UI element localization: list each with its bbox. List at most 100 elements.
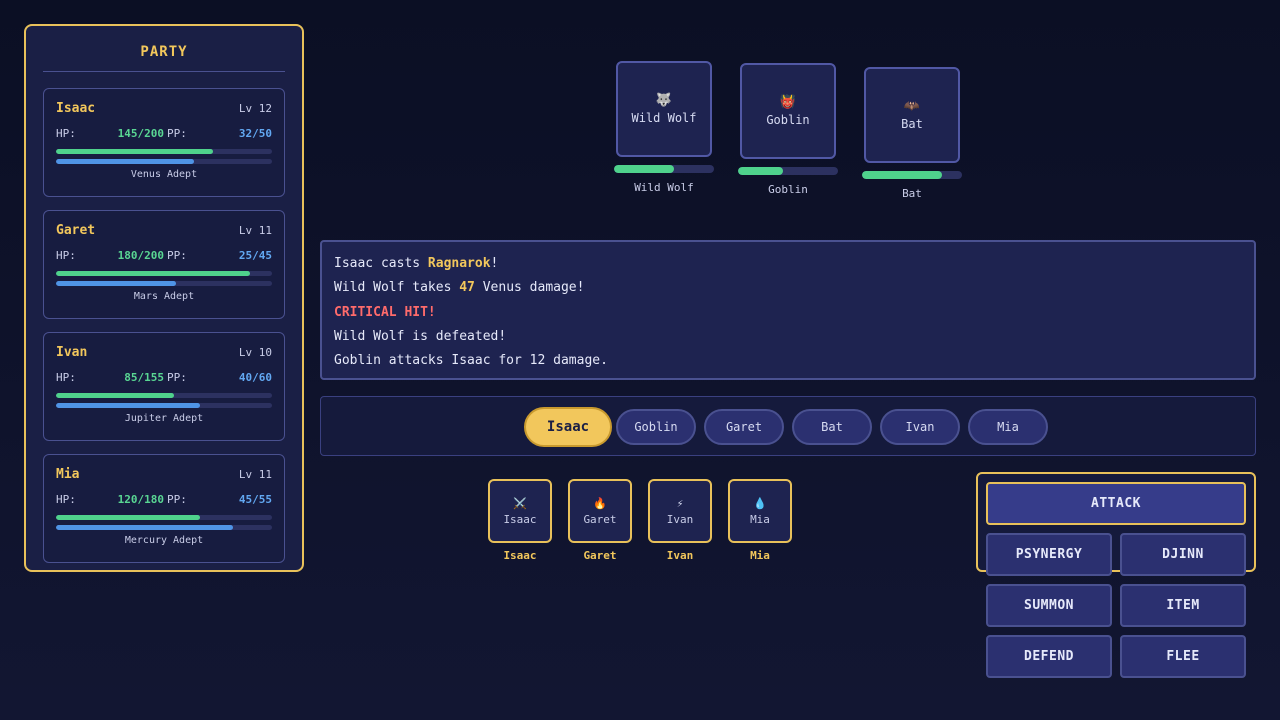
pp-value: 25/45 (238, 249, 272, 262)
hp-label: HP: (56, 493, 76, 506)
pp-label: PP: (167, 371, 187, 384)
member-level: Lv 10 (238, 346, 272, 359)
portrait-name: Ivan (666, 512, 694, 526)
pp-value: 32/50 (238, 127, 272, 140)
pp-bar (56, 159, 272, 164)
water-drop-icon: 💧 (753, 496, 767, 510)
enemy-hp-bar (862, 171, 962, 179)
portrait-box[interactable]: 💧 Mia (728, 479, 792, 543)
hp-label: HP: (56, 249, 76, 262)
party-member-isaac[interactable]: Isaac Lv 12 HP: 145/200 PP: 32/50 Venus … (43, 88, 285, 197)
portrait-ivan[interactable]: ⚡ Ivan Ivan (648, 479, 712, 562)
party-member-ivan[interactable]: Ivan Lv 10 HP: 85/155 PP: 40/60 Jupiter … (43, 332, 285, 441)
turn-pill[interactable]: Ivan (880, 409, 960, 445)
pp-value: 45/55 (238, 493, 272, 506)
member-name: Isaac (56, 101, 96, 116)
portrait-isaac[interactable]: ⚔️ Isaac Isaac (488, 479, 552, 562)
party-member-garet[interactable]: Garet Lv 11 HP: 180/200 PP: 25/45 Mars A… (43, 210, 285, 319)
pp-bar-fill (56, 281, 177, 286)
hp-bar-fill (56, 149, 213, 154)
portrait-label: Mia (750, 549, 770, 562)
fire-icon: 🔥 (593, 496, 607, 510)
turn-pill[interactable]: Bat (792, 409, 872, 445)
member-class: Venus Adept (130, 169, 198, 180)
wolf-icon: 🐺 (655, 93, 673, 108)
pp-bar-fill (56, 403, 201, 408)
turn-pill[interactable]: Garet (704, 409, 784, 445)
log-text: ! (490, 256, 499, 271)
enemy-name: Wild Wolf (631, 111, 697, 125)
hp-bar-fill (56, 393, 175, 398)
log-line: Wild Wolf takes 47 Venus damage! (334, 278, 1242, 302)
member-level: Lv 11 (238, 224, 272, 237)
defend-button[interactable]: DEFEND (986, 635, 1112, 678)
goblin-icon: 👹 (779, 95, 797, 110)
pp-bar-fill (56, 159, 195, 164)
turn-pill[interactable]: Goblin (616, 409, 696, 445)
pp-label: PP: (167, 249, 187, 262)
pp-label: PP: (167, 493, 187, 506)
enemy-label: Wild Wolf (634, 181, 694, 194)
enemy-hp-bar (738, 167, 838, 175)
turn-pill-active[interactable]: Isaac (524, 407, 612, 447)
portrait-label: Garet (583, 549, 617, 562)
portrait-mia[interactable]: 💧 Mia Mia (728, 479, 792, 562)
member-level: Lv 12 (238, 102, 272, 115)
enemy-label: Goblin (768, 183, 808, 196)
party-member-mia[interactable]: Mia Lv 11 HP: 120/180 PP: 45/55 Mercury … (43, 454, 285, 563)
pp-label: PP: (167, 127, 187, 140)
enemy-hp-fill (738, 167, 783, 175)
pp-bar (56, 525, 272, 530)
party-panel: PARTY Isaac Lv 12 HP: 145/200 PP: 32/50 … (24, 24, 304, 572)
party-title: PARTY (43, 26, 285, 72)
lightning-icon: ⚡ (676, 496, 684, 510)
summon-button[interactable]: SUMMON (986, 584, 1112, 627)
enemy-sprite[interactable]: 👹 Goblin (740, 63, 836, 159)
log-highlight: Ragnarok (427, 256, 491, 271)
attack-button[interactable]: ATTACK (986, 482, 1246, 525)
pp-bar-fill (56, 525, 233, 530)
enemy-hp-fill (862, 171, 942, 179)
portrait-name: Garet (583, 512, 617, 526)
psynergy-button[interactable]: PSYNERGY (986, 533, 1112, 576)
hp-label: HP: (56, 371, 76, 384)
pp-value: 40/60 (238, 371, 272, 384)
portrait-label: Ivan (666, 549, 694, 562)
sword-icon: ⚔️ (513, 496, 527, 510)
log-text: Wild Wolf takes (334, 280, 460, 296)
member-class: Mars Adept (133, 291, 195, 302)
enemy-sprite[interactable]: 🦇 Bat (864, 67, 960, 163)
member-name: Garet (56, 223, 96, 238)
hp-bar (56, 393, 272, 398)
portrait-box[interactable]: ⚔️ Isaac (488, 479, 552, 543)
battle-log: Isaac casts Ragnarok! Wild Wolf takes 47… (320, 240, 1256, 380)
hp-value: 180/200 (117, 249, 164, 262)
enemy-goblin[interactable]: 👹 Goblin Goblin (738, 63, 838, 196)
enemy-name: Goblin (766, 113, 810, 127)
member-level: Lv 11 (238, 468, 272, 481)
log-text: Venus damage! (474, 280, 585, 296)
turn-order-bar: Isaac Goblin Garet Bat Ivan Mia (320, 396, 1256, 456)
enemy-label: Bat (902, 187, 922, 200)
pp-bar (56, 281, 272, 286)
hp-value: 85/155 (124, 371, 164, 384)
djinn-button[interactable]: DJINN (1120, 533, 1246, 576)
log-highlight: 47 (459, 280, 475, 296)
turn-pill[interactable]: Mia (968, 409, 1048, 445)
hp-bar-fill (56, 515, 201, 520)
hp-bar-fill (56, 271, 251, 276)
enemy-sprite[interactable]: 🐺 Wild Wolf (616, 61, 712, 157)
flee-button[interactable]: FLEE (1120, 635, 1246, 678)
portrait-box[interactable]: 🔥 Garet (568, 479, 632, 543)
portrait-name: Isaac (503, 512, 537, 526)
enemy-wild-wolf[interactable]: 🐺 Wild Wolf Wild Wolf (614, 61, 714, 194)
enemy-bat[interactable]: 🦇 Bat Bat (862, 67, 962, 200)
hp-bar (56, 515, 272, 520)
hp-value: 120/180 (117, 493, 164, 506)
item-button[interactable]: ITEM (1120, 584, 1246, 627)
portrait-box[interactable]: ⚡ Ivan (648, 479, 712, 543)
log-line: Goblin attacks Isaac for 12 damage. (334, 353, 608, 369)
log-critical: CRITICAL HIT! (334, 304, 436, 320)
member-name: Ivan (56, 345, 88, 360)
portrait-garet[interactable]: 🔥 Garet Garet (568, 479, 632, 562)
